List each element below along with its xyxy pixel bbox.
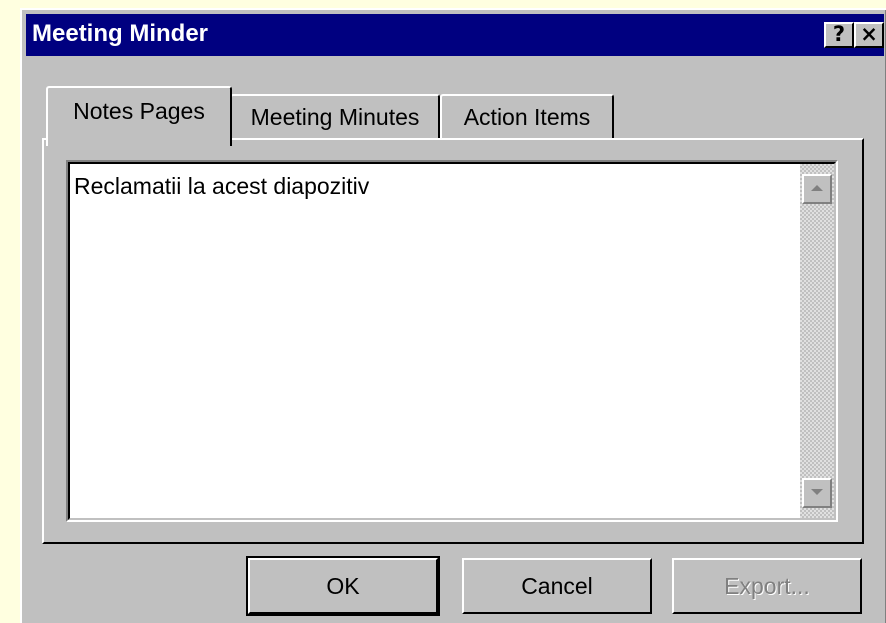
export-button: Export... (672, 558, 862, 614)
cancel-button[interactable]: Cancel (462, 558, 652, 614)
tab-notes-pages[interactable]: Notes Pages (46, 86, 232, 146)
tab-label: Notes Pages (73, 98, 205, 124)
arrow-up-icon (811, 185, 823, 191)
ok-button-label: OK (326, 573, 360, 599)
notes-text: Reclamatii la acest diapozitiv (74, 173, 370, 199)
close-button[interactable]: × (854, 22, 884, 48)
ok-button[interactable]: OK (246, 556, 440, 616)
tab-action-items[interactable]: Action Items (440, 94, 614, 142)
export-button-label: Export... (724, 573, 810, 599)
vertical-scrollbar[interactable] (800, 164, 834, 518)
close-icon: × (860, 22, 878, 46)
notes-textarea-inner: Reclamatii la acest diapozitiv (68, 162, 836, 520)
notes-textarea[interactable]: Reclamatii la acest diapozitiv (66, 160, 838, 522)
tab-label: Action Items (463, 104, 591, 130)
scroll-up-button[interactable] (802, 174, 832, 204)
cancel-button-label: Cancel (521, 573, 593, 599)
tab-meeting-minutes[interactable]: Meeting Minutes (230, 94, 440, 142)
scroll-down-button[interactable] (802, 478, 832, 508)
tab-label: Meeting Minutes (250, 104, 420, 130)
window-title: Meeting Minder (32, 20, 209, 47)
help-icon: ? (832, 22, 846, 46)
title-bar[interactable]: Meeting Minder ? × (26, 14, 884, 56)
meeting-minder-dialog: Meeting Minder ? × Meeting Minutes Actio… (20, 8, 886, 623)
help-button[interactable]: ? (824, 22, 854, 48)
arrow-down-icon (811, 489, 823, 495)
